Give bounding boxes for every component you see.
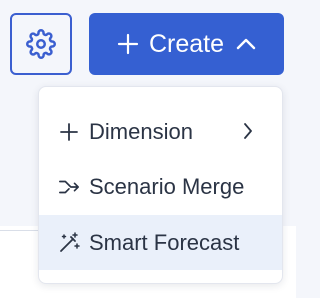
divider [0,230,40,231]
plus-icon [117,33,139,55]
gear-icon [26,29,56,59]
chevron-right-icon [242,121,254,141]
plus-icon [58,122,80,142]
menu-item-smart-forecast[interactable]: Smart Forecast [39,215,282,270]
merge-arrow-icon [58,177,80,197]
menu-item-label: Scenario Merge [89,173,245,199]
menu-item-label: Smart Forecast [89,229,240,255]
menu-item-scenario-merge[interactable]: Scenario Merge [39,159,282,214]
menu-item-dimension[interactable]: Dimension [39,104,282,159]
create-button[interactable]: Create [89,13,284,75]
chevron-up-icon [236,37,256,51]
create-button-label: Create [148,29,225,58]
settings-button[interactable] [10,13,72,75]
create-dropdown-menu: Dimension Scenario Merge Smart Forecast [38,86,283,284]
menu-item-label: Dimension [89,118,193,144]
magic-wand-icon [58,231,80,254]
